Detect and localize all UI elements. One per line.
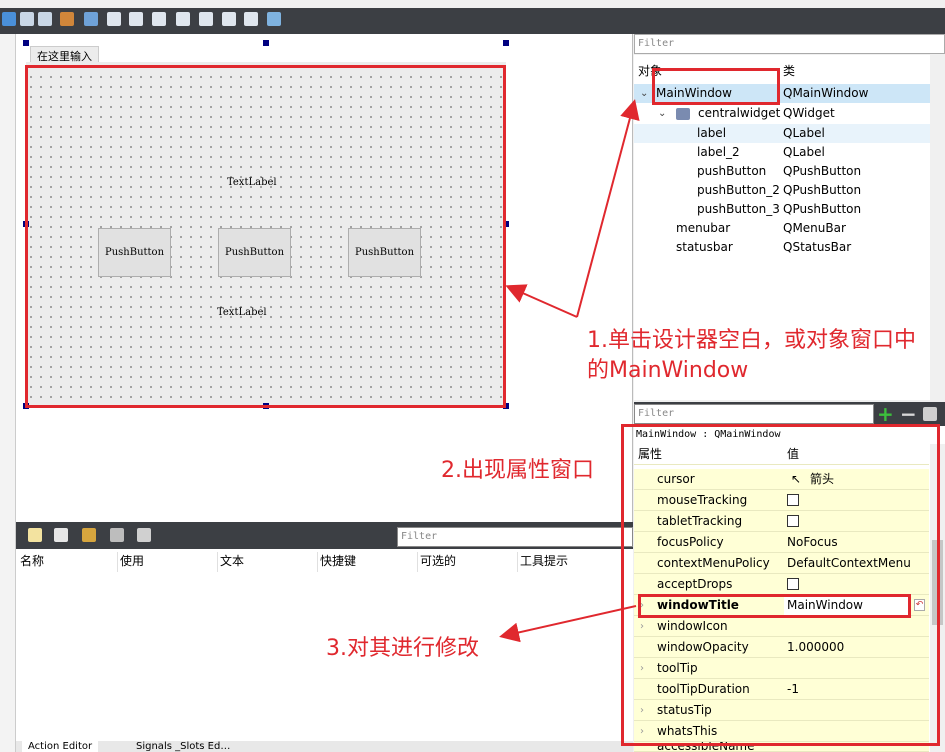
annotation-step1-line1: 1.单击设计器空白，或对象窗口中	[587, 328, 916, 353]
arrow-to-mainwindow	[576, 99, 640, 318]
arrow-to-windowtitle	[499, 605, 637, 643]
annotation-step2: 2.出现属性窗口	[441, 458, 594, 483]
arrow-to-form	[505, 284, 578, 318]
annotation-step1-line2: 的MainWindow	[587, 358, 749, 383]
annotation-step3: 3.对其进行修改	[326, 636, 479, 661]
